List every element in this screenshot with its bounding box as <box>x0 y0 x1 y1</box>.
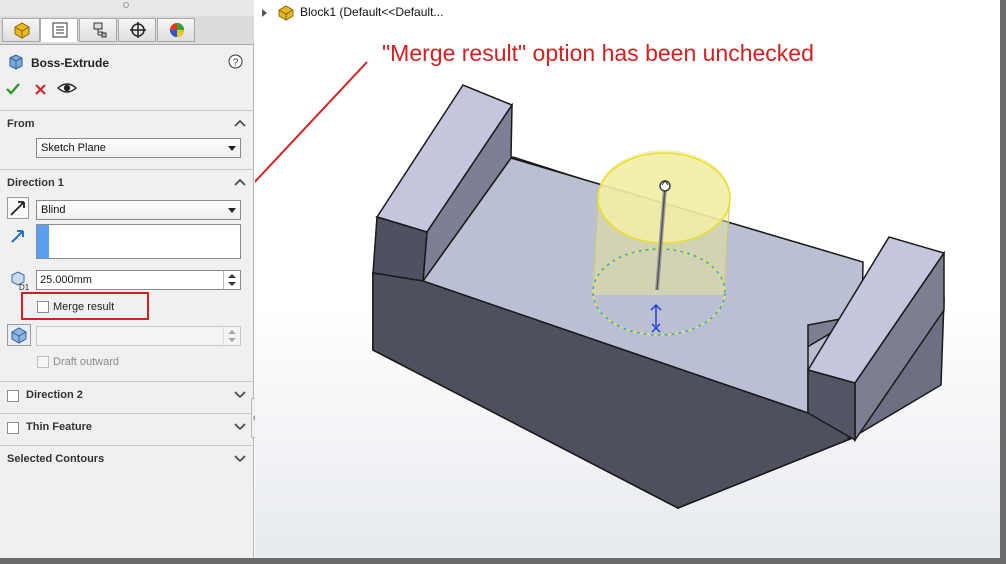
chevron-down-icon <box>234 391 246 399</box>
display-manager-icon <box>170 23 184 37</box>
merge-result-highlight-box <box>21 292 149 320</box>
end-condition-select[interactable]: Blind <box>36 200 241 220</box>
graphics-area[interactable]: Block1 (Default<<Default... "Merge resul… <box>255 0 1000 558</box>
configuration-manager-icon <box>93 22 107 38</box>
app-window: Boss-Extrude ? From Sketch Plane Directi… <box>0 0 1006 564</box>
direction-selection-box[interactable] <box>36 224 241 259</box>
direction1-section-header[interactable]: Direction 1 <box>0 169 254 196</box>
model-view <box>255 61 946 510</box>
reverse-direction-icon <box>10 201 25 216</box>
draft-button[interactable] <box>7 324 31 346</box>
spin-up-icon <box>228 330 236 334</box>
annotation-leader-line <box>255 61 368 184</box>
svg-text:?: ? <box>233 58 239 69</box>
reverse-direction-button[interactable] <box>7 197 29 219</box>
spin-down-icon <box>228 338 236 342</box>
depth-input[interactable]: 25.000mm <box>36 270 241 290</box>
dropdown-arrow-icon <box>228 208 236 213</box>
draft-angle-input[interactable] <box>36 326 241 346</box>
chevron-up-icon <box>234 178 246 186</box>
check-icon[interactable] <box>6 82 21 96</box>
property-manager-panel: Boss-Extrude ? From Sketch Plane Directi… <box>0 0 254 558</box>
thin-feature-header-label: Thin Feature <box>26 421 93 433</box>
thin-feature-section-header[interactable]: Thin Feature <box>0 413 254 440</box>
chevron-up-icon <box>234 119 246 127</box>
draft-icon <box>11 327 27 344</box>
tab-display-manager[interactable] <box>157 18 195 42</box>
question-circle-icon[interactable]: ? <box>228 54 243 69</box>
feature-title: Boss-Extrude <box>31 56 110 70</box>
dimxpert-icon <box>130 22 146 38</box>
direction1-header-label: Direction 1 <box>7 177 64 189</box>
selected-contours-header-label: Selected Contours <box>7 453 105 465</box>
x-icon[interactable] <box>34 83 47 96</box>
end-condition-value: Blind <box>41 204 66 216</box>
chevron-down-icon <box>234 423 246 431</box>
tab-dimxpert-manager[interactable] <box>118 18 156 42</box>
spin-down-icon <box>228 282 236 286</box>
selection-active-indicator <box>37 225 49 258</box>
draft-spinner[interactable] <box>223 327 240 345</box>
thin-feature-checkbox[interactable] <box>7 422 19 434</box>
selected-contours-section-header[interactable]: Selected Contours <box>0 445 254 472</box>
direction-arrow-icon <box>11 230 24 243</box>
draft-outward-checkbox[interactable] <box>37 356 49 368</box>
property-manager-icon <box>52 22 68 38</box>
tab-property-manager[interactable] <box>40 18 78 42</box>
from-header-label: From <box>7 118 35 130</box>
panel-grip[interactable] <box>0 0 254 16</box>
dropdown-arrow-icon <box>228 146 236 151</box>
direction2-checkbox[interactable] <box>7 390 19 402</box>
direction2-header-label: Direction 2 <box>26 389 83 401</box>
eye-icon[interactable] <box>57 81 77 95</box>
from-section-header[interactable]: From <box>0 110 254 137</box>
tab-feature-manager[interactable] <box>2 18 40 42</box>
from-select[interactable]: Sketch Plane <box>36 138 241 158</box>
drag-handle-icon <box>659 180 671 192</box>
chevron-down-icon <box>234 455 246 463</box>
depth-value: 25.000mm <box>40 274 92 286</box>
from-select-value: Sketch Plane <box>41 142 106 154</box>
boss-extrude-icon <box>9 54 23 70</box>
draft-outward-label: Draft outward <box>53 356 120 368</box>
direction2-section-header[interactable]: Direction 2 <box>0 381 254 408</box>
svg-text:D1: D1 <box>19 283 30 291</box>
depth-dimension-icon: D1 <box>11 271 30 291</box>
tab-configuration-manager[interactable] <box>79 18 117 42</box>
spin-up-icon <box>228 274 236 278</box>
depth-spinner[interactable] <box>223 271 240 289</box>
feature-manager-icon <box>14 22 30 39</box>
manager-tabs <box>0 16 254 45</box>
